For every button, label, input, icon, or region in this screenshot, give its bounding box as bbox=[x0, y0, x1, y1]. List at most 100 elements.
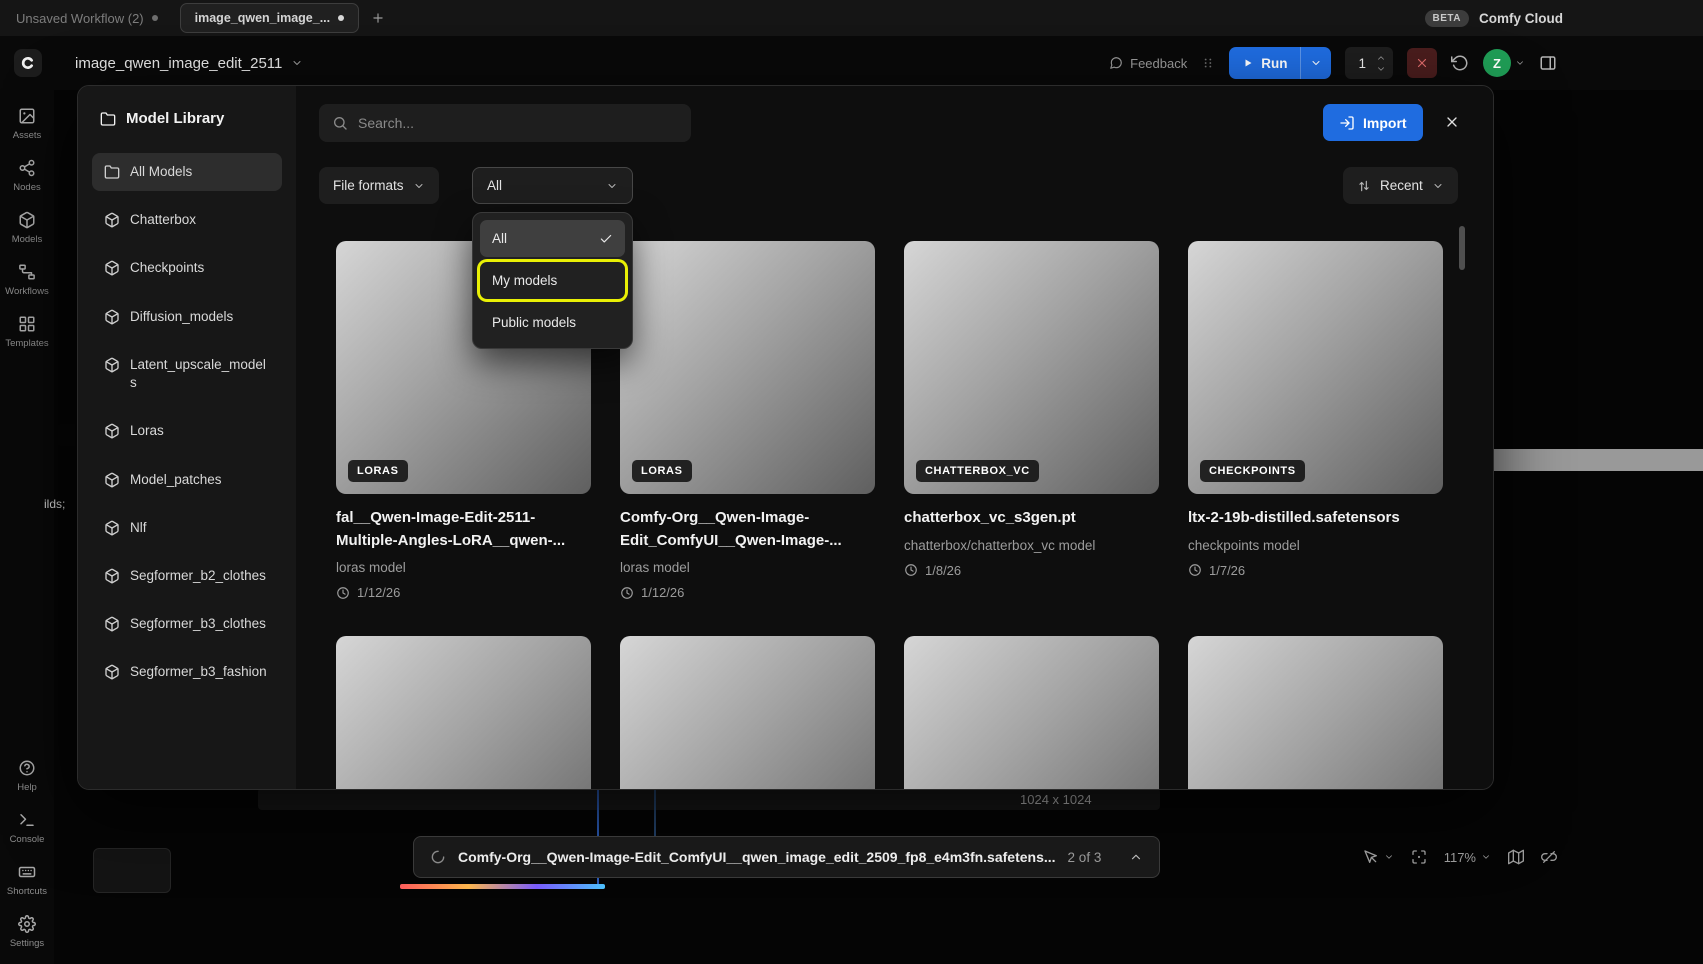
sidebar-item-assets[interactable]: Assets bbox=[0, 98, 54, 150]
library-content: Import File formats All Recent All My mo… bbox=[296, 86, 1493, 789]
comfy-logo-icon bbox=[20, 55, 36, 71]
background-node-fragment bbox=[1494, 449, 1703, 471]
beta-badge: BETA bbox=[1425, 10, 1469, 27]
fit-view-icon[interactable] bbox=[1411, 849, 1427, 865]
model-thumbnail[interactable] bbox=[904, 636, 1159, 789]
sidebar-item-models[interactable]: Models bbox=[0, 202, 54, 254]
library-item-label: Segformer_b3_fashion bbox=[130, 663, 267, 681]
model-subtitle: loras model bbox=[620, 560, 875, 575]
model-thumbnail[interactable] bbox=[336, 636, 591, 789]
history-icon bbox=[1451, 54, 1469, 72]
model-subtitle: chatterbox/chatterbox_vc model bbox=[904, 538, 1159, 553]
search-input[interactable] bbox=[358, 115, 678, 131]
import-button[interactable]: Import bbox=[1323, 104, 1423, 141]
header-actions: Feedback Run 1 Z bbox=[1109, 36, 1557, 90]
model-thumbnail[interactable] bbox=[620, 636, 875, 789]
minimap-icon[interactable] bbox=[1508, 849, 1524, 865]
node-size-label: 1024 x 1024 bbox=[1020, 792, 1092, 807]
library-item-label: Nlf bbox=[130, 519, 147, 537]
library-category-item[interactable]: Model_patches bbox=[92, 461, 282, 499]
sidebar-label: Console bbox=[10, 834, 45, 845]
library-category-item[interactable]: Checkpoints bbox=[92, 249, 282, 287]
model-thumbnail[interactable] bbox=[1188, 636, 1443, 789]
sidebar-label: Workflows bbox=[5, 286, 49, 297]
search-box bbox=[319, 104, 691, 142]
visibility-dropdown[interactable]: All bbox=[472, 167, 633, 204]
clock-icon bbox=[904, 563, 918, 577]
sort-label: Recent bbox=[1380, 178, 1423, 193]
library-item-all-models[interactable]: All Models bbox=[92, 153, 282, 191]
cube-icon bbox=[104, 260, 120, 276]
model-thumbnail: CHATTERBOX_VC bbox=[904, 241, 1159, 494]
unsaved-dot-icon bbox=[338, 15, 344, 21]
search-icon bbox=[332, 115, 348, 131]
panel-toggle-button[interactable] bbox=[1539, 54, 1557, 72]
history-button[interactable] bbox=[1451, 54, 1469, 72]
tab-image-qwen-active[interactable]: image_qwen_image_... bbox=[180, 3, 359, 33]
library-sidebar: Model Library All Models Chatterbox Chec… bbox=[78, 86, 296, 789]
library-category-item[interactable]: Nlf bbox=[92, 509, 282, 547]
library-category-item[interactable]: Chatterbox bbox=[92, 201, 282, 239]
library-category-item[interactable]: Segformer_b2_clothes bbox=[92, 557, 282, 595]
cube-icon bbox=[104, 423, 120, 439]
model-card[interactable]: LORAS Comfy-Org__Qwen-Image-Edit_ComfyUI… bbox=[620, 241, 875, 600]
account-menu[interactable]: Z bbox=[1483, 49, 1525, 77]
sidebar-item-console[interactable]: Console bbox=[0, 802, 54, 854]
sidebar-item-workflows[interactable]: Workflows bbox=[0, 254, 54, 306]
library-category-list: All Models Chatterbox Checkpoints bbox=[92, 153, 282, 692]
model-thumbnail: LORAS bbox=[620, 241, 875, 494]
menu-item-public-models[interactable]: Public models bbox=[480, 304, 625, 341]
modal-close-button[interactable] bbox=[1436, 106, 1468, 138]
model-date: 1/12/26 bbox=[336, 585, 591, 600]
menu-item-my-models[interactable]: My models bbox=[480, 262, 625, 299]
library-category-item[interactable]: Segformer_b3_fashion bbox=[92, 653, 282, 691]
model-date: 1/12/26 bbox=[620, 585, 875, 600]
library-category-item[interactable]: Diffusion_models bbox=[92, 298, 282, 336]
new-tab-button[interactable] bbox=[371, 11, 385, 25]
drag-handle[interactable] bbox=[1201, 56, 1215, 70]
zoom-control[interactable]: 117% bbox=[1444, 850, 1491, 865]
cube-icon bbox=[104, 520, 120, 536]
terminal-icon bbox=[18, 811, 36, 829]
model-card[interactable]: CHECKPOINTS ltx-2-19b-distilled.safetens… bbox=[1188, 241, 1443, 600]
comfy-logo[interactable] bbox=[14, 49, 42, 77]
model-card[interactable]: CHATTERBOX_VC chatterbox_vc_s3gen.pt cha… bbox=[904, 241, 1159, 600]
library-category-item[interactable]: Latent_upscale_models bbox=[92, 346, 282, 402]
gear-icon bbox=[18, 915, 36, 933]
brand-name: Comfy Cloud bbox=[1479, 11, 1563, 26]
scrollbar-thumb[interactable] bbox=[1459, 226, 1465, 270]
sidebar-item-help[interactable]: Help bbox=[0, 750, 54, 802]
background-node-fragment bbox=[57, 424, 77, 446]
chevron-down-icon bbox=[1481, 852, 1491, 862]
spinner-icon bbox=[430, 849, 446, 865]
tab-unsaved-workflow[interactable]: Unsaved Workflow (2) bbox=[0, 0, 174, 36]
folder-icon bbox=[104, 164, 120, 180]
model-type-badge: LORAS bbox=[632, 460, 692, 482]
library-category-item[interactable]: Loras bbox=[92, 412, 282, 450]
chevron-down-icon bbox=[1310, 57, 1322, 69]
sidebar-item-shortcuts[interactable]: Shortcuts bbox=[0, 854, 54, 906]
run-count-stepper[interactable]: 1 bbox=[1345, 47, 1393, 79]
feedback-button[interactable]: Feedback bbox=[1109, 56, 1187, 71]
library-item-label: Diffusion_models bbox=[130, 308, 233, 326]
run-button[interactable]: Run bbox=[1229, 47, 1300, 79]
menu-item-all[interactable]: All bbox=[480, 220, 625, 257]
sidebar-item-settings[interactable]: Settings bbox=[0, 906, 54, 958]
file-formats-dropdown[interactable]: File formats bbox=[319, 167, 439, 204]
chevron-down-icon[interactable] bbox=[1376, 64, 1386, 74]
workflow-title-menu[interactable]: image_qwen_image_edit_2511 bbox=[75, 36, 303, 90]
stepper-arrows bbox=[1376, 53, 1386, 74]
sort-dropdown[interactable]: Recent bbox=[1343, 167, 1458, 204]
run-options-button[interactable] bbox=[1301, 47, 1331, 79]
pointer-tool-dropdown[interactable] bbox=[1363, 849, 1394, 865]
cancel-run-button[interactable] bbox=[1407, 48, 1437, 78]
library-category-item[interactable]: Segformer_b3_clothes bbox=[92, 605, 282, 643]
chevron-up-icon[interactable] bbox=[1376, 53, 1386, 63]
panel-icon bbox=[1539, 54, 1557, 72]
unlink-icon[interactable] bbox=[1541, 849, 1557, 865]
menu-item-label: My models bbox=[492, 273, 557, 288]
workflow-title: image_qwen_image_edit_2511 bbox=[75, 55, 282, 72]
chevron-up-icon[interactable] bbox=[1129, 850, 1143, 864]
sidebar-item-templates[interactable]: Templates bbox=[0, 306, 54, 358]
sidebar-item-nodes[interactable]: Nodes bbox=[0, 150, 54, 202]
